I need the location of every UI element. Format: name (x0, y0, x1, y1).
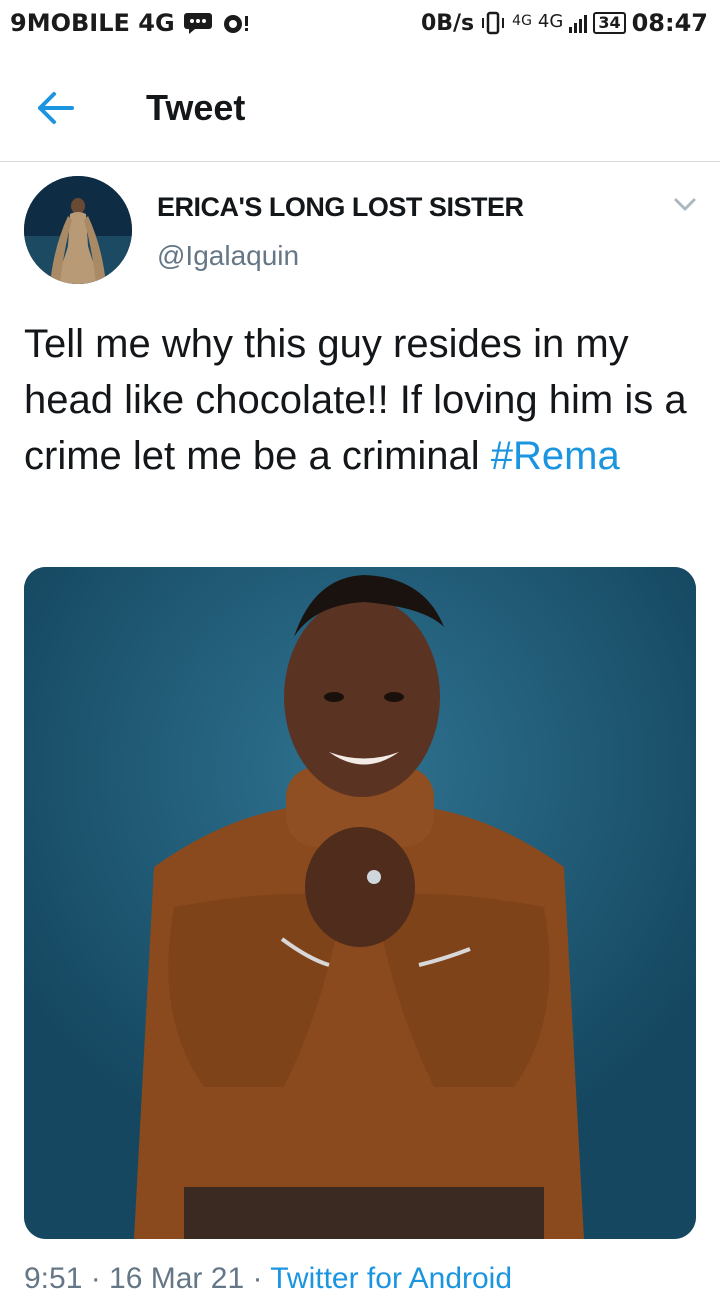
hashtag-link[interactable]: #Rema (491, 434, 620, 478)
clock: 08:47 (631, 9, 708, 37)
carrier-label: 9MOBILE 4G (10, 9, 175, 37)
camera-notification-icon (223, 15, 248, 33)
network-type: 4G (537, 10, 564, 32)
status-bar: 9MOBILE 4G 0B/s 4G 4G 34 08:47 (0, 0, 720, 52)
page-title: Tweet (146, 87, 246, 128)
chevron-down-icon[interactable] (668, 190, 702, 220)
tweet-source-link[interactable]: Twitter for Android (270, 1262, 512, 1295)
tweet-media[interactable] (24, 567, 696, 1239)
arrow-left-icon[interactable] (30, 82, 82, 134)
app-bar: Tweet (0, 52, 720, 162)
network-type-small: 4G (512, 13, 532, 29)
avatar-image (24, 176, 132, 284)
tweet-photo (24, 567, 696, 1239)
tweet-meta: 9:51 · 16 Mar 21 · Twitter for Android (24, 1262, 512, 1296)
network-speed: 0B/s (420, 10, 475, 36)
tweet-text: Tell me why this guy resides in my head … (24, 316, 704, 484)
signal-strength-icon (569, 13, 588, 33)
message-notification-icon (183, 13, 212, 34)
tweet-timestamp: 9:51 · 16 Mar 21 · (24, 1262, 271, 1295)
author-name[interactable]: ERICA'S LONG LOST SISTER (157, 192, 524, 223)
battery-indicator: 34 (593, 12, 626, 34)
avatar[interactable] (24, 176, 132, 284)
author-handle[interactable]: @Igalaquin (157, 240, 299, 272)
vibrate-icon (482, 11, 505, 35)
